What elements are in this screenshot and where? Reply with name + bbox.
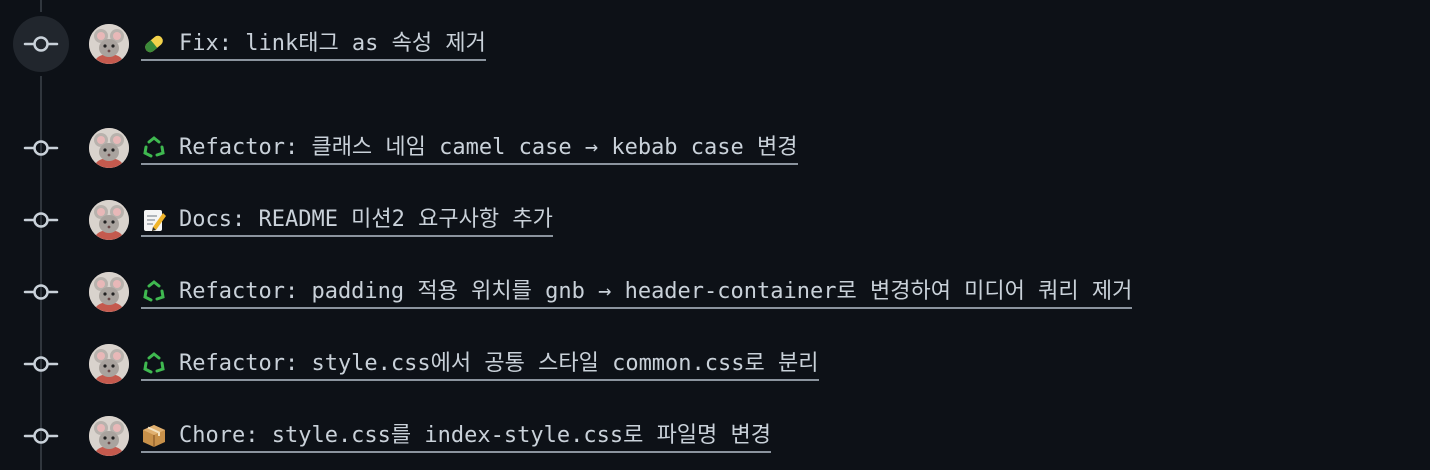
commit-row: Refactor: padding 적용 위치를 gnb → header-co… [0,268,1430,316]
mouse-avatar-icon [89,24,129,64]
commit-row: Refactor: style.css에서 공통 스타일 common.css로… [0,340,1430,388]
author-avatar[interactable] [89,416,129,456]
author-avatar[interactable] [89,24,129,64]
mouse-avatar-icon [89,416,129,456]
commit-row: Docs: README 미션2 요구사항 추가 [0,196,1430,244]
mouse-avatar-icon [89,272,129,312]
commit-node-icon [23,356,59,372]
memo-icon [144,210,166,231]
commit-node-icon [23,284,59,300]
commit-node-icon [23,212,59,228]
author-avatar[interactable] [89,344,129,384]
commit-message: Chore: style.css를 index-style.css로 파일명 변… [179,423,772,448]
commit-message: Refactor: style.css에서 공통 스타일 common.css로… [179,351,819,376]
author-avatar[interactable] [89,272,129,312]
commit-node-icon [23,36,59,52]
package-icon [143,425,165,447]
commit-row: Chore: style.css를 index-style.css로 파일명 변… [0,412,1430,460]
commit-node-icon [23,428,59,444]
author-avatar[interactable] [89,128,129,168]
commit-message: Refactor: padding 적용 위치를 gnb → header-co… [179,279,1133,304]
commit-node-icon [23,140,59,156]
mouse-avatar-icon [89,200,129,240]
mouse-avatar-icon [89,128,129,168]
pill-icon [145,35,163,53]
commit-timeline: Fix: link태그 as 속성 제거 Refactor: 클래스 네임 ca… [0,0,1430,470]
commit-message-link[interactable]: Fix: link태그 as 속성 제거 [141,29,486,61]
commit-message: Fix: link태그 as 속성 제거 [179,31,486,56]
commit-message-link[interactable]: Chore: style.css를 index-style.css로 파일명 변… [141,421,772,453]
commit-message-link[interactable]: Docs: README 미션2 요구사항 추가 [141,205,553,237]
timeline-line-top [40,0,42,12]
recycle-icon [143,280,165,302]
recycle-icon [143,136,165,158]
mouse-avatar-icon [89,344,129,384]
commit-message-link[interactable]: Refactor: 클래스 네임 camel case → kebab case… [141,133,798,165]
recycle-icon [143,352,165,374]
commit-message: Refactor: 클래스 네임 camel case → kebab case… [179,135,798,160]
commit-row: Fix: link태그 as 속성 제거 [0,20,1430,68]
author-avatar[interactable] [89,200,129,240]
commit-message: Docs: README 미션2 요구사항 추가 [179,207,553,232]
commit-row: Refactor: 클래스 네임 camel case → kebab case… [0,124,1430,172]
commit-message-link[interactable]: Refactor: style.css에서 공통 스타일 common.css로… [141,349,819,381]
commit-message-link[interactable]: Refactor: padding 적용 위치를 gnb → header-co… [141,277,1133,309]
